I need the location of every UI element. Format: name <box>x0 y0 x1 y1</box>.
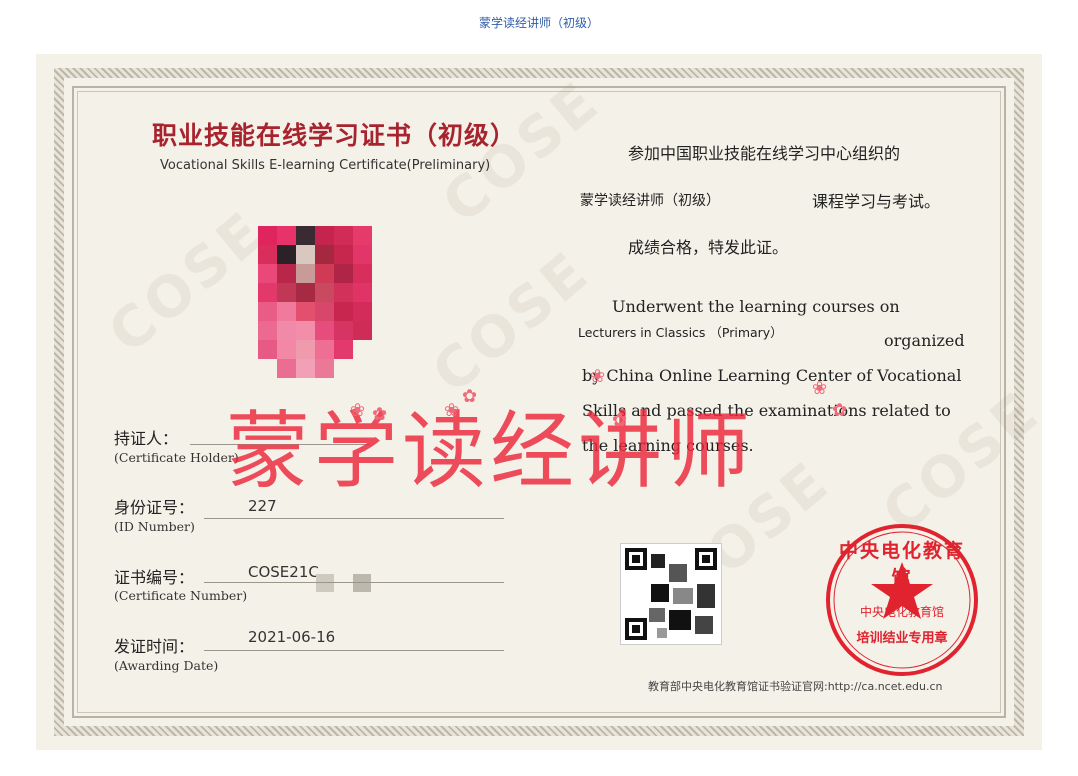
id-number-label: 身份证号： <box>114 498 195 517</box>
redaction-block <box>353 574 371 592</box>
flower-icon: ❀ <box>812 378 828 399</box>
flower-icon: ❀ <box>444 400 460 421</box>
awarding-date-line <box>204 650 504 651</box>
qr-code <box>620 543 722 645</box>
certificate-number-line <box>204 582 504 583</box>
holder-label: 持证人： <box>114 429 179 448</box>
body-en-line3: by China Online Learning Center of Vocat… <box>582 366 962 385</box>
body-cn-line3: 成绩合格，特发此证。 <box>628 238 789 257</box>
holder-label-en: (Certificate Holder) <box>114 450 239 465</box>
certificate-title: 职业技能在线学习证书（初级） <box>152 121 517 150</box>
body-cn-line1: 参加中国职业技能在线学习中心组织的 <box>628 144 901 163</box>
flower-icon: ❀ <box>350 400 366 421</box>
body-cn-line2: 课程学习与考试。 <box>812 192 941 211</box>
awarding-date-label-en: (Awarding Date) <box>114 658 219 673</box>
course-name-cn: 蒙学读经讲师（初级） <box>580 193 720 209</box>
body-en-line1: Underwent the learning courses on <box>612 297 900 316</box>
awarding-date-value: 2021-06-16 <box>248 628 336 646</box>
flower-icon: ✿ <box>372 404 388 425</box>
flower-icon: ✿ <box>462 386 478 407</box>
flower-icon: ❀ <box>590 366 606 387</box>
seal-inner-text: 中央电化教育馆 <box>859 605 944 619</box>
certificate-number-label-en: (Certificate Number) <box>114 588 248 603</box>
verification-footer: 教育部中央电化教育馆证书验证官网:http://ca.ncet.edu.cn <box>648 680 943 693</box>
seal-bottom-text: 培训结业专用章 <box>856 631 948 646</box>
certificate-subtitle: Vocational Skills E-learning Certificate… <box>160 158 491 173</box>
holder-photo-pixelated <box>258 226 372 378</box>
certificate-number-label: 证书编号： <box>114 568 195 587</box>
overlay-watermark-title: 蒙学读经讲师 <box>226 402 755 500</box>
certificate-number-value: COSE21C <box>248 563 319 581</box>
awarding-date-label: 发证时间： <box>114 637 195 656</box>
seal-top-text: 中央电化教育馆 <box>838 540 965 589</box>
flower-icon: ✿ <box>832 400 848 421</box>
course-name-en: Lecturers in Classics （Primary） <box>578 325 783 340</box>
flower-icon: ✿ <box>612 410 628 431</box>
id-number-line <box>204 518 504 519</box>
page-header-title: 蒙学读经讲师（初级） <box>478 16 599 30</box>
id-number-label-en: (ID Number) <box>114 519 195 534</box>
redaction-block <box>316 574 334 592</box>
body-en-organized: organized <box>884 331 965 350</box>
